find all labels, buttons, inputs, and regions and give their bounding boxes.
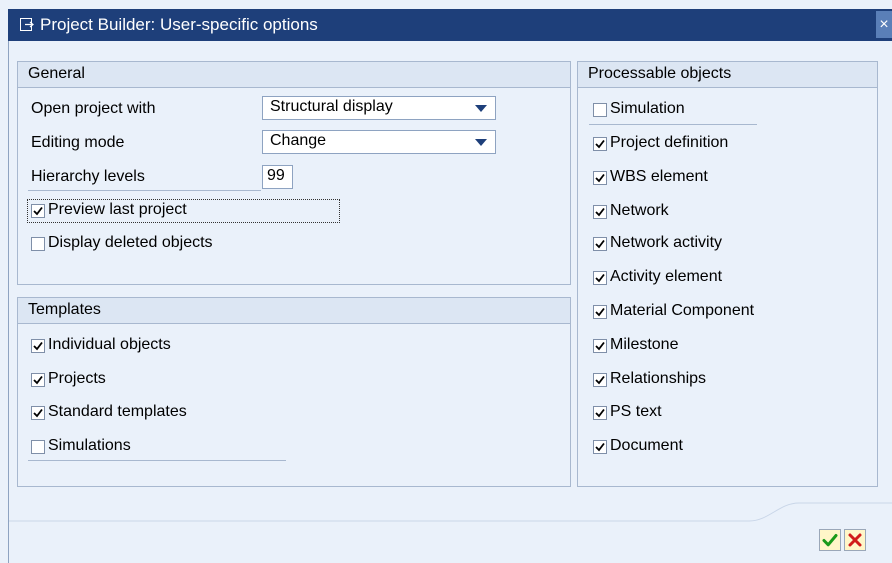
relationships-checkbox[interactable] xyxy=(593,373,607,387)
confirm-button[interactable] xyxy=(819,529,841,551)
hierarchy-levels-value: 99 xyxy=(267,167,285,184)
checkmark-icon xyxy=(595,139,605,149)
standard-templates-label: Standard templates xyxy=(48,403,187,420)
options-dialog: Project Builder: User-specific options ×… xyxy=(0,0,892,563)
individual-objects-label: Individual objects xyxy=(48,336,171,353)
checkmark-icon xyxy=(595,173,605,183)
checkmark-icon xyxy=(595,307,605,317)
editing-mode-label: Editing mode xyxy=(31,134,125,151)
checkmark-icon xyxy=(595,442,605,452)
individual-objects-checkbox[interactable] xyxy=(31,339,45,353)
hierarchy-levels-label: Hierarchy levels xyxy=(31,168,145,185)
simulations-checkbox[interactable] xyxy=(31,440,45,454)
checkmark-icon xyxy=(595,341,605,351)
standard-templates-checkbox[interactable] xyxy=(31,406,45,420)
processable-objects-group-header: Processable objects xyxy=(578,62,877,88)
document-label: Document xyxy=(610,437,683,454)
network-checkbox[interactable] xyxy=(593,205,607,219)
display-deleted-objects-label: Display deleted objects xyxy=(48,234,213,251)
options-dialog-icon xyxy=(20,18,34,31)
document-checkbox[interactable] xyxy=(593,440,607,454)
general-group-header: General xyxy=(18,62,570,88)
preview-last-project-checkbox[interactable] xyxy=(31,204,45,218)
wbs-element-checkbox[interactable] xyxy=(593,171,607,185)
simulation-underline xyxy=(589,124,757,125)
projects-checkbox[interactable] xyxy=(31,373,45,387)
footer-divider xyxy=(9,502,892,522)
checkmark-icon xyxy=(595,207,605,217)
activity-element-label: Activity element xyxy=(610,268,723,285)
relationships-label: Relationships xyxy=(610,370,707,387)
hierarchy-levels-underline xyxy=(28,190,261,191)
simulations-underline xyxy=(28,460,286,461)
network-activity-checkbox[interactable] xyxy=(593,237,607,251)
open-project-with-value: Structural display xyxy=(270,98,393,115)
milestone-label: Milestone xyxy=(610,336,679,353)
checkmark-icon xyxy=(33,408,43,418)
checkmark-icon xyxy=(822,534,838,547)
checkmark-icon xyxy=(595,273,605,283)
checkmark-icon xyxy=(33,341,43,351)
material-component-label: Material Component xyxy=(610,302,755,319)
simulations-label: Simulations xyxy=(48,437,131,454)
project-definition-label: Project definition xyxy=(610,134,729,151)
ps-text-label: PS text xyxy=(610,403,662,420)
open-project-with-label: Open project with xyxy=(31,100,156,117)
hierarchy-levels-input[interactable]: 99 xyxy=(262,165,293,189)
open-project-with-dropdown[interactable]: Structural display xyxy=(262,96,496,120)
window-title: Project Builder: User-specific options xyxy=(40,15,318,34)
editing-mode-value: Change xyxy=(270,132,327,149)
wbs-element-label: WBS element xyxy=(610,168,708,185)
dialog-content: General Open project with Structural dis… xyxy=(8,41,892,563)
project-definition-checkbox[interactable] xyxy=(593,137,607,151)
templates-group: Templates xyxy=(17,297,571,487)
processable-objects-group-title: Processable objects xyxy=(588,65,732,82)
checkmark-icon xyxy=(595,375,605,385)
general-group-title: General xyxy=(28,65,85,82)
chevron-down-icon[interactable] xyxy=(475,139,487,146)
checkmark-icon xyxy=(33,375,43,385)
checkmark-icon xyxy=(595,239,605,249)
templates-group-title: Templates xyxy=(28,301,101,318)
milestone-checkbox[interactable] xyxy=(593,339,607,353)
templates-group-header: Templates xyxy=(18,298,570,324)
chevron-down-icon[interactable] xyxy=(475,105,487,112)
simulation-checkbox[interactable] xyxy=(593,103,607,117)
display-deleted-objects-checkbox[interactable] xyxy=(31,237,45,251)
close-icon[interactable]: × xyxy=(876,11,892,38)
activity-element-checkbox[interactable] xyxy=(593,271,607,285)
checkmark-icon xyxy=(595,408,605,418)
projects-label: Projects xyxy=(48,370,106,387)
preview-last-project-label: Preview last project xyxy=(48,201,187,218)
cancel-button[interactable] xyxy=(844,529,866,551)
simulation-label: Simulation xyxy=(610,100,685,117)
editing-mode-dropdown[interactable]: Change xyxy=(262,130,496,154)
network-activity-label: Network activity xyxy=(610,234,723,251)
ps-text-checkbox[interactable] xyxy=(593,406,607,420)
material-component-checkbox[interactable] xyxy=(593,305,607,319)
cancel-x-icon xyxy=(848,533,862,547)
network-label: Network xyxy=(610,202,669,219)
checkmark-icon xyxy=(33,206,43,216)
